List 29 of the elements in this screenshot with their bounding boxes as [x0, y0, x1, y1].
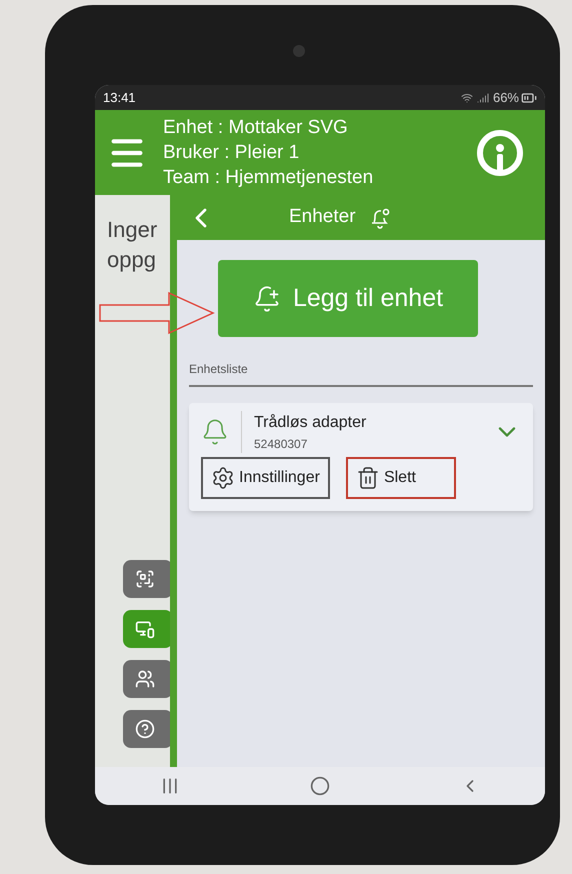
header-info: Team : Hjemmetjenesten	[163, 166, 374, 190]
trash-icon	[356, 466, 380, 490]
bell-plus-icon	[252, 284, 281, 312]
status-time: 13:41	[103, 88, 136, 107]
delete-button[interactable]: Slett	[346, 457, 456, 499]
wifi-icon	[460, 92, 473, 104]
side-button[interactable]	[123, 660, 173, 698]
home-icon[interactable]	[310, 776, 330, 796]
device-icon	[135, 619, 155, 639]
drawer-title: Enheter	[289, 205, 356, 230]
device-name: Trådløs adapter	[254, 413, 368, 433]
battery-level: 66%	[492, 88, 519, 107]
side-button[interactable]	[123, 610, 173, 648]
settings-icon	[211, 466, 235, 490]
settings-button[interactable]: Innstillinger	[201, 457, 330, 499]
qr-scan-icon	[135, 569, 155, 589]
header-info: Enhet : Mottaker SVG	[163, 116, 349, 140]
side-button[interactable]	[123, 560, 173, 598]
help-icon	[135, 719, 155, 739]
header-info: Bruker : Pleier 1	[163, 141, 300, 165]
list-label: Enhetsliste	[189, 362, 248, 376]
users-icon	[135, 669, 155, 689]
bell-icon	[201, 418, 229, 446]
background-text: Inger	[107, 216, 158, 244]
background-text: oppg	[107, 246, 156, 274]
camera-icon	[293, 45, 305, 57]
device-id: 52480307	[254, 436, 308, 453]
app-logo-icon	[475, 128, 525, 178]
side-button[interactable]	[123, 710, 173, 748]
